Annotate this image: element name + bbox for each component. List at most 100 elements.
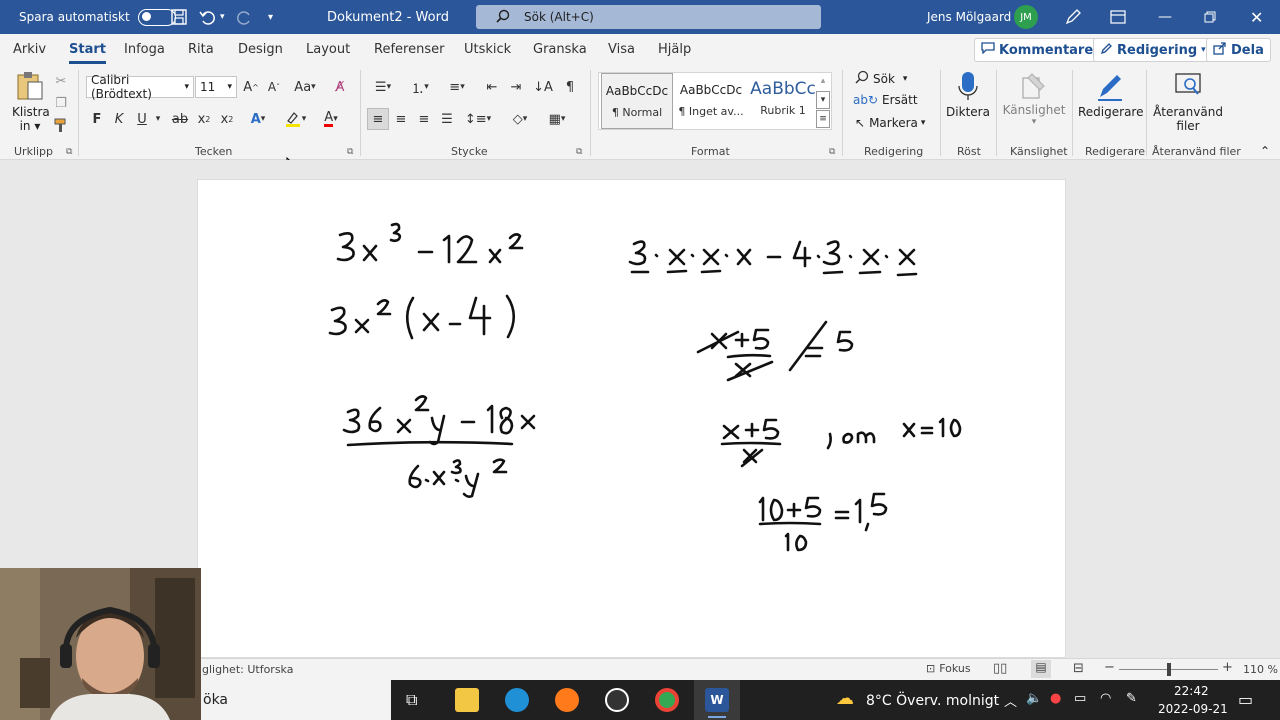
customize-qat-icon[interactable]: ▾	[268, 0, 273, 34]
wifi-icon[interactable]: ◠	[1100, 691, 1111, 706]
align-right-icon[interactable]: ≡	[413, 108, 435, 130]
bold-button[interactable]: F	[88, 108, 106, 130]
text-effects-icon[interactable]: A ▾	[244, 108, 272, 130]
underline-button[interactable]: U	[133, 108, 151, 130]
paragraph-launcher-icon[interactable]: ⧉	[576, 147, 582, 157]
print-layout-icon[interactable]: ▤	[1031, 660, 1051, 678]
gallery-more-icon[interactable]: ≡	[816, 110, 830, 128]
font-launcher-icon[interactable]: ⧉	[347, 147, 353, 157]
file-explorer-icon[interactable]	[455, 688, 479, 712]
paste-button[interactable]: Klistra in ▾	[12, 70, 50, 140]
reuse-files-button[interactable]: Återanvänd filer	[1152, 70, 1224, 133]
zoom-slider-thumb[interactable]	[1167, 663, 1171, 676]
line-spacing-icon[interactable]: ↕≡ ▾	[462, 108, 494, 130]
read-mode-icon[interactable]: ▯▯	[993, 661, 1007, 676]
minimize-icon[interactable]: —	[1158, 0, 1172, 34]
document-page[interactable]	[197, 179, 1066, 658]
tab-visa[interactable]: Visa	[608, 42, 635, 57]
clipboard-launcher-icon[interactable]: ⧉	[66, 147, 72, 157]
weather-text[interactable]: 8°C Överv. molnigt	[866, 693, 999, 709]
tab-arkiv[interactable]: Arkiv	[13, 42, 46, 57]
firefox-icon[interactable]	[555, 688, 579, 712]
undo-icon[interactable]	[198, 0, 216, 34]
editor-button[interactable]: Redigerare	[1078, 70, 1143, 119]
shading-icon[interactable]: ◇ ▾	[504, 108, 536, 130]
share-button[interactable]: Dela	[1206, 38, 1271, 62]
font-color-icon[interactable]: A ▾	[316, 108, 346, 130]
cut-icon[interactable]: ✂	[52, 72, 70, 90]
font-size-select[interactable]: 11 ▾	[195, 76, 237, 98]
font-name-select[interactable]: Calibri (Brödtext) ▾	[86, 73, 194, 101]
edge-icon[interactable]	[505, 688, 529, 712]
notifications-icon[interactable]: ▭	[1238, 690, 1253, 709]
collapse-ribbon-icon[interactable]: ⌃	[1260, 144, 1270, 158]
align-center-icon[interactable]: ≡	[390, 108, 412, 130]
clock-date[interactable]: 2022-09-21	[1158, 702, 1228, 716]
network-icon[interactable]: ▭	[1074, 691, 1086, 706]
word-taskbar-button[interactable]: W	[694, 680, 740, 720]
highlight-color-icon[interactable]: ▾	[280, 108, 310, 130]
search-box[interactable]: Sök (Alt+C)	[476, 5, 821, 29]
taskbar-search[interactable]: öka	[201, 680, 391, 720]
zoom-out-icon[interactable]: −	[1104, 660, 1115, 675]
tab-start[interactable]: Start	[69, 42, 106, 64]
task-view-icon[interactable]: ⧉	[406, 690, 417, 710]
sensitivity-button[interactable]: Känslighet ▾	[1002, 70, 1066, 127]
tab-rita[interactable]: Rita	[188, 42, 214, 57]
pen-icon[interactable]	[1064, 0, 1082, 34]
tab-layout[interactable]: Layout	[306, 42, 350, 57]
avatar[interactable]: JM	[1014, 5, 1038, 29]
shrink-font-icon[interactable]: Aˇ	[264, 76, 284, 98]
underline-dropdown-icon[interactable]: ▾	[152, 108, 164, 130]
autosave[interactable]: Spara automatiskt	[19, 0, 176, 34]
undo-dropdown-icon[interactable]: ▾	[220, 0, 225, 34]
justify-icon[interactable]: ☰	[436, 108, 458, 130]
replace-button[interactable]: ab↻ Ersätt	[853, 93, 918, 107]
format-painter-icon[interactable]	[52, 116, 70, 134]
increase-indent-icon[interactable]: ⇥	[506, 76, 526, 98]
zoom-level[interactable]: 110 %	[1243, 663, 1278, 676]
clock-time[interactable]: 22:42	[1174, 684, 1209, 698]
gallery-up-icon[interactable]: ▴	[816, 72, 830, 90]
style-normal[interactable]: AaBbCcDc ¶ Normal	[601, 73, 673, 129]
accessibility-status[interactable]: glighet: Utforska	[202, 663, 293, 676]
redo-icon[interactable]	[236, 0, 254, 34]
tab-hjalp[interactable]: Hjälp	[658, 42, 691, 57]
close-icon[interactable]: ✕	[1250, 0, 1263, 34]
bullets-icon[interactable]: ☰ ▾	[368, 76, 398, 98]
tab-granska[interactable]: Granska	[533, 42, 587, 57]
sort-icon[interactable]: ↓A	[532, 76, 554, 98]
change-case-icon[interactable]: Aa ▾	[290, 76, 320, 98]
tab-utskick[interactable]: Utskick	[464, 42, 511, 57]
find-button[interactable]: Sök ▾	[855, 70, 907, 87]
style-heading-1[interactable]: AaBbCc Rubrik 1	[747, 73, 819, 129]
user-name[interactable]: Jens Mölgaard	[927, 0, 1011, 34]
ribbon-display-icon[interactable]	[1110, 0, 1126, 34]
dictate-button[interactable]: Diktera	[946, 70, 990, 119]
obs-icon[interactable]	[605, 688, 629, 712]
borders-icon[interactable]: ▦ ▾	[540, 108, 574, 130]
align-left-icon[interactable]: ≡	[367, 108, 389, 130]
superscript-icon[interactable]: x2	[218, 108, 236, 130]
copy-icon[interactable]: ❐	[52, 94, 70, 112]
pen-tray-icon[interactable]: ✎	[1126, 691, 1137, 706]
focus-button[interactable]: ⊡ Fokus	[926, 662, 971, 675]
numbering-icon[interactable]: ⒈ ▾	[405, 76, 435, 98]
chevron-up-icon[interactable]: ︿	[1004, 691, 1017, 710]
volume-icon[interactable]: 🔈	[1026, 691, 1042, 706]
decrease-indent-icon[interactable]: ⇤	[482, 76, 502, 98]
style-no-spacing[interactable]: AaBbCcDc ¶ Inget av...	[675, 73, 747, 129]
gallery-down-icon[interactable]: ▾	[816, 91, 830, 109]
web-layout-icon[interactable]: ⊟	[1073, 661, 1084, 676]
chrome-icon[interactable]	[655, 688, 679, 712]
select-button[interactable]: ↖ Markera ▾	[855, 116, 925, 130]
show-formatting-icon[interactable]: ¶	[560, 76, 580, 98]
comments-button[interactable]: Kommentarer	[974, 38, 1107, 62]
subscript-icon[interactable]: x2	[195, 108, 213, 130]
multilevel-list-icon[interactable]: ≡ ▾	[442, 76, 472, 98]
obs-tray-icon[interactable]: ●	[1050, 691, 1061, 706]
editing-mode-button[interactable]: Redigering ▾	[1093, 38, 1213, 62]
restore-icon[interactable]	[1204, 0, 1216, 34]
italic-button[interactable]: K	[110, 108, 128, 130]
strikethrough-button[interactable]: ab	[170, 108, 190, 130]
